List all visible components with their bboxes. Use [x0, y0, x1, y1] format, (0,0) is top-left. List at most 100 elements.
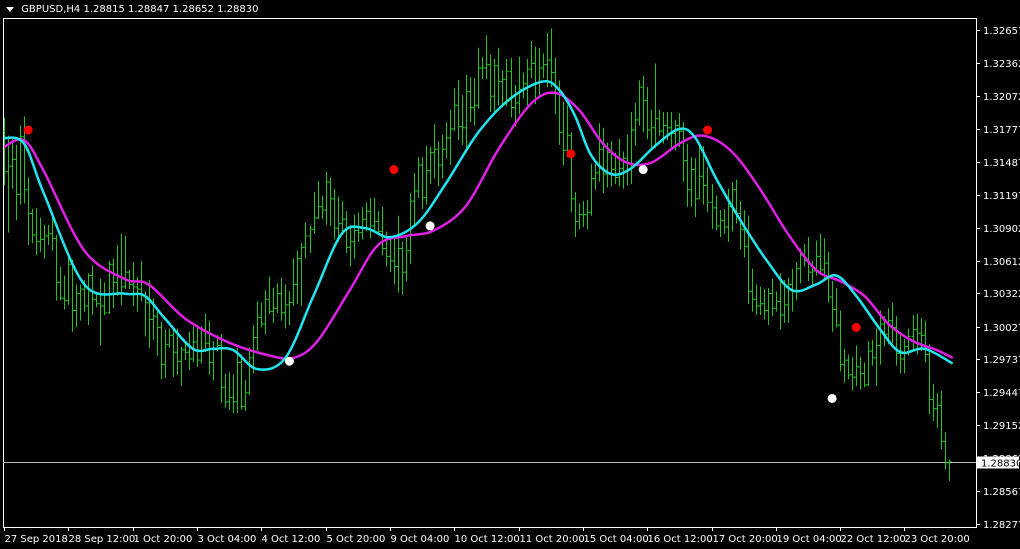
ohlc-bar	[328, 177, 333, 226]
ohlc-bar	[818, 233, 823, 275]
ohlc-bar	[98, 278, 103, 346]
ohlc-bar	[484, 35, 489, 80]
price-axis[interactable]: 1.32657 1.32362 1.32072 1.31777 1.31487 1.311…	[976, 26, 1020, 531]
ohlc-bar	[6, 135, 11, 233]
ohlc-bar	[159, 321, 164, 380]
ohlc-bar	[561, 101, 566, 166]
ohlc-bar	[50, 218, 55, 251]
price-tick-label: 1.29737	[983, 355, 1020, 366]
ohlc-bar	[894, 316, 899, 366]
ohlc-bar	[633, 102, 638, 146]
ohlc-bar	[275, 283, 280, 313]
ohlc-bar	[581, 201, 586, 228]
ohlc-bar	[255, 301, 260, 352]
price-tick: 1.29447	[976, 388, 1020, 399]
ohlc-bar	[448, 109, 453, 166]
ohlc-bar	[625, 134, 630, 186]
ohlc-bar	[452, 88, 457, 132]
ohlc-bar	[303, 222, 308, 259]
ohlc-bar	[500, 70, 505, 108]
ohlc-bar	[705, 167, 710, 213]
ohlc-bar	[308, 225, 313, 253]
ohlc-bar	[147, 280, 152, 348]
ohlc-bar	[62, 275, 67, 310]
ohlc-bar	[794, 261, 799, 301]
ohlc-bar	[521, 72, 526, 99]
time-tick: 5 Oct 20:00	[326, 527, 385, 545]
buy-signal-dot	[425, 221, 435, 231]
ohlc-bar	[754, 284, 759, 316]
ohlc-bar	[488, 54, 493, 112]
current-price-badge: 1.28830	[977, 456, 1020, 470]
price-tick-label: 1.29447	[983, 388, 1020, 399]
price-tick-label: 1.32072	[983, 92, 1020, 103]
time-tick-label: 11 Oct 20:00	[520, 534, 585, 545]
ohlc-bar	[858, 356, 863, 390]
chart-frame	[3, 18, 977, 528]
ohlc-bar	[131, 261, 136, 306]
ohlc-bar	[529, 40, 534, 79]
ohlc-bar	[565, 105, 570, 158]
ohlc-bar	[589, 163, 594, 216]
buy-signal-dot	[638, 165, 648, 175]
price-tick-label: 1.31197	[983, 191, 1020, 202]
ohlc-bar	[549, 28, 554, 88]
ohlc-bar	[830, 281, 835, 332]
sell-signal-dot	[389, 165, 399, 175]
ohlc-bar	[597, 123, 602, 182]
ohlc-bar	[545, 33, 550, 88]
ohlc-bar	[46, 224, 51, 246]
ohlc-bar	[187, 331, 192, 371]
ohlc-bar	[870, 339, 875, 366]
ohlc-bar	[191, 326, 196, 363]
ohlc-bar	[416, 157, 421, 198]
ohlc-bar	[464, 74, 469, 153]
ohlc-bar	[235, 347, 240, 414]
price-tick: 1.31487	[976, 158, 1020, 169]
ohlc-bar	[601, 127, 606, 194]
ohlc-bar	[577, 203, 582, 230]
ohlc-bar	[279, 277, 284, 321]
ohlc-bar	[352, 214, 357, 259]
price-tick-label: 1.30612	[983, 257, 1020, 268]
time-tick: 22 Oct 12:00	[840, 527, 906, 545]
fast-ma-line	[3, 79, 954, 371]
ohlc-bar	[231, 374, 236, 414]
time-tick: 17 Oct 20:00	[712, 527, 778, 545]
ohlc-bar	[689, 157, 694, 207]
sell-signal-dot	[23, 125, 33, 135]
ohlc-bar	[681, 122, 686, 182]
ohlc-bar	[693, 158, 698, 217]
time-tick-label: 23 Oct 20:00	[905, 534, 970, 545]
ohlc-bar	[223, 373, 228, 408]
ohlc-bar	[854, 345, 859, 387]
ohlc-bar	[344, 211, 349, 253]
ohlc-bar	[593, 163, 598, 190]
price-tick: 1.32362	[976, 59, 1020, 70]
ohlc-bar	[332, 188, 337, 240]
price-tick-label: 1.32657	[983, 26, 1020, 37]
time-axis[interactable]: 27 Sep 2018 28 Sep 12:001 Oct 20:00 3 Oct …	[4, 527, 970, 545]
time-tick-label: 16 Oct 12:00	[648, 534, 713, 545]
time-tick: 10 Oct 12:00	[454, 527, 520, 545]
price-chart[interactable]: 1.32657 1.32362 1.32072 1.31777 1.31487 1.311…	[0, 0, 1020, 549]
ohlc-bar	[18, 125, 23, 205]
ohlc-bar	[902, 338, 907, 374]
price-tick-label: 1.30902	[983, 224, 1020, 235]
ohlc-bar	[866, 340, 871, 387]
sell-signal-dot	[851, 322, 861, 332]
ohlc-bar	[722, 208, 727, 234]
ohlc-bar	[585, 199, 590, 230]
price-tick: 1.31777	[976, 125, 1020, 136]
ohlc-bar	[786, 277, 791, 323]
time-tick-label: 15 Oct 04:00	[584, 534, 649, 545]
ohlc-bar	[649, 109, 654, 149]
time-tick: 3 Oct 04:00	[197, 527, 256, 545]
ohlc-bar	[911, 315, 916, 350]
ohlc-bar	[376, 211, 381, 235]
ohlc-bar	[388, 236, 393, 273]
price-tick: 1.28277	[976, 520, 1020, 531]
ohlc-bar	[846, 354, 851, 380]
ohlc-bar	[774, 291, 779, 312]
ohlc-bar	[348, 224, 353, 267]
